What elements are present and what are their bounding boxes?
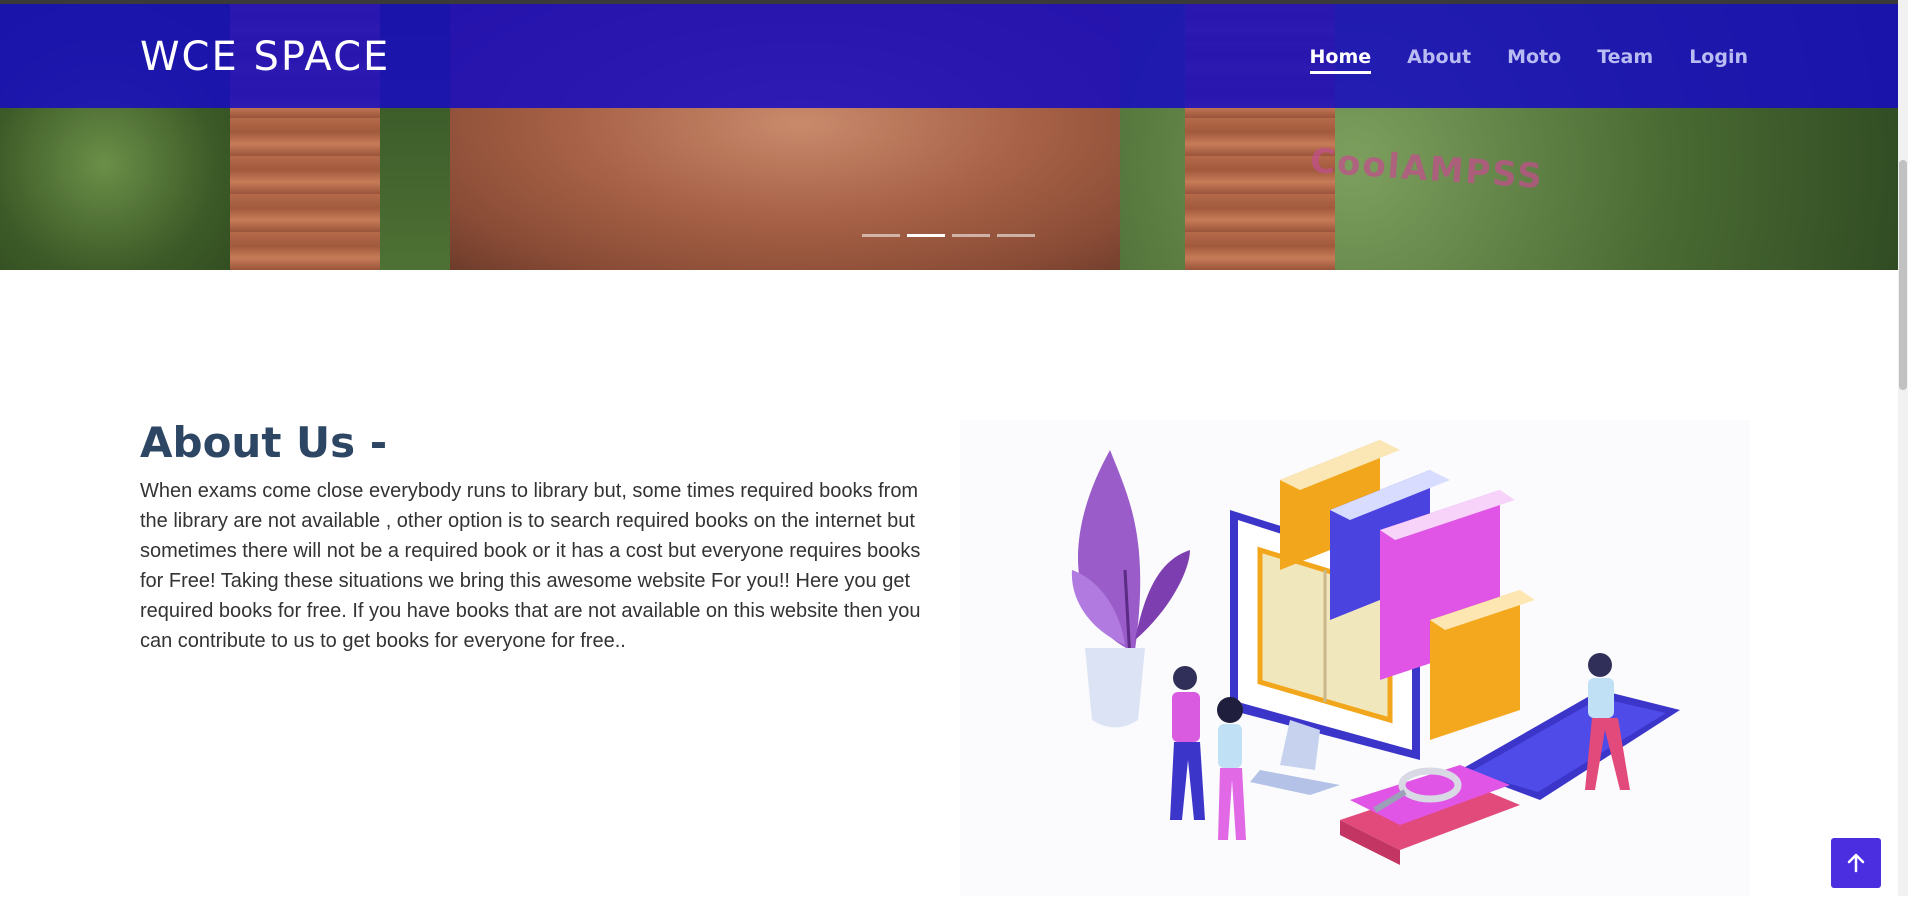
- carousel-indicator-2[interactable]: [907, 234, 945, 237]
- carousel-indicator-3[interactable]: [952, 234, 990, 237]
- about-title: About Us -: [140, 418, 388, 467]
- nav-item-team[interactable]: Team: [1597, 46, 1653, 74]
- nav-item-about[interactable]: About: [1407, 46, 1471, 74]
- carousel-indicator-4[interactable]: [997, 234, 1035, 237]
- nav-item-moto[interactable]: Moto: [1507, 46, 1561, 74]
- nav-item-login[interactable]: Login: [1689, 46, 1748, 74]
- site-header: WCE SPACE Home About Moto Team Login: [0, 4, 1898, 108]
- nav-item-home[interactable]: Home: [1309, 46, 1371, 74]
- carousel-indicators: [862, 234, 1035, 237]
- arrow-up-icon: [1847, 853, 1865, 873]
- main-nav: Home About Moto Team Login: [1309, 46, 1748, 74]
- about-text: When exams come close everybody runs to …: [140, 480, 921, 652]
- carousel-indicator-1[interactable]: [862, 234, 900, 237]
- site-logo[interactable]: WCE SPACE: [140, 34, 390, 80]
- page-scrollbar[interactable]: [1898, 0, 1908, 896]
- back-to-top-button[interactable]: [1831, 838, 1881, 888]
- books-library-illustration: [960, 420, 1750, 896]
- scrollbar-thumb[interactable]: [1899, 160, 1907, 390]
